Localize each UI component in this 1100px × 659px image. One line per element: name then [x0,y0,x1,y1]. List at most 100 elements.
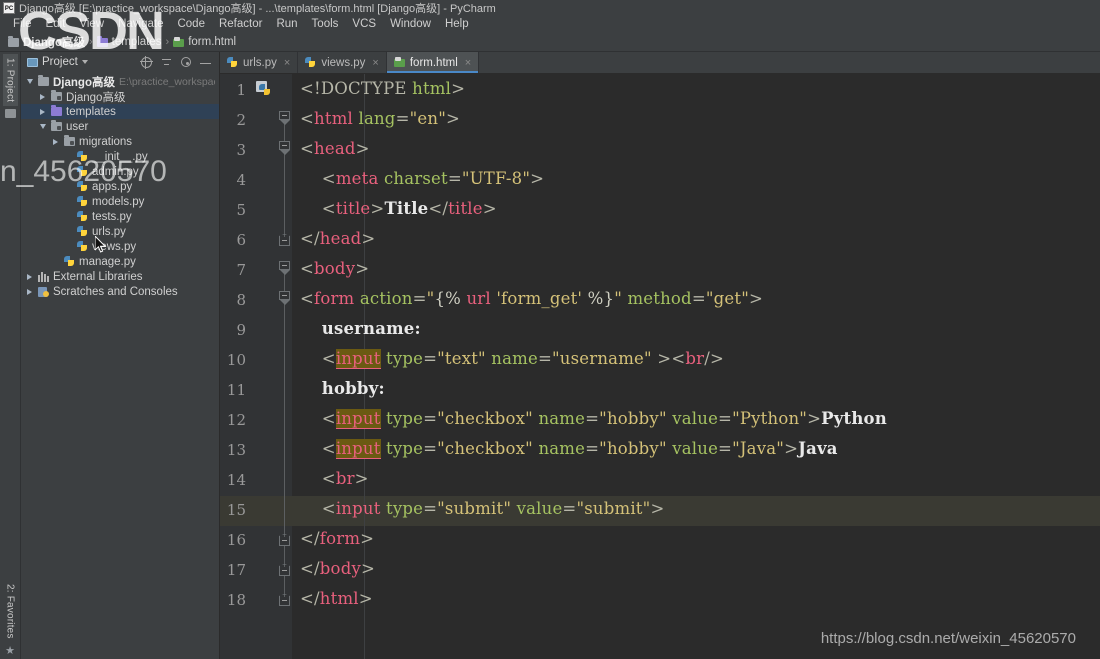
code-token: > [358,589,373,608]
line-number: 11 [226,381,246,399]
breadcrumb-item-formhtml[interactable]: form.html [173,36,236,48]
tree-item-user[interactable]: user [21,119,219,134]
tree-item-managepy[interactable]: manage.py [21,254,219,269]
tree-item-externallibraries[interactable]: External Libraries [21,269,219,284]
code-token: "UTF-8" [461,169,531,188]
line-number: 9 [236,321,246,339]
locate-icon[interactable] [140,55,153,69]
fold-collapse-icon[interactable] [279,261,290,270]
code-line-15[interactable]: <input type="submit" value="submit"> [300,499,665,518]
menu-item-vcs[interactable]: VCS [345,16,383,33]
editor-gutter[interactable]: 1 2 3 4 5 6 7 8 9 10 11 12 13 14 15 16 17 18 [220,74,292,659]
code-line-11[interactable]: hobby: [300,379,385,398]
editor-tab-formhtml[interactable]: form.html × [386,52,480,73]
line-number: 17 [226,561,246,579]
tree-item-django[interactable]: Django高级 [21,89,219,104]
tree-item-adminpy[interactable]: admin.py [21,164,219,179]
editor-tab-urlspy[interactable]: urls.py × [220,52,299,73]
code-token: method [627,289,692,308]
fold-end-box-icon[interactable] [279,537,290,546]
breadcrumb-item-templates[interactable]: templates [96,35,162,48]
code-token: /> [704,349,724,368]
code-line-5[interactable]: <title>Title</title> [300,199,497,218]
tree-item-label: models.py [92,195,145,208]
tree-item-viewspy[interactable]: views.py [21,239,219,254]
tool-tab-project[interactable]: 1: Project [2,54,18,107]
code-token: html [319,589,359,608]
breadcrumb-label: Django高级 [23,37,85,49]
tree-item-__init__py[interactable]: __init__.py [21,149,219,164]
menu-item-navigate[interactable]: Navigate [111,16,170,33]
fold-collapse-icon[interactable] [279,111,290,120]
fold-end-box-icon[interactable] [279,567,290,576]
tree-item-appspy[interactable]: apps.py [21,179,219,194]
code-token: html [314,109,354,128]
tree-item-urlspy[interactable]: urls.py [21,224,219,239]
code-line-1[interactable]: <!DOCTYPE html> [300,79,465,98]
breadcrumb-item-django[interactable]: Django高级 [8,34,85,50]
code-token: html [412,79,452,98]
menu-item-code[interactable]: Code [170,16,212,33]
tree-item-modelspy[interactable]: models.py [21,194,219,209]
editor-tab-viewspy[interactable]: views.py × [298,52,387,73]
fold-marker-bar[interactable] [278,74,292,659]
menu-item-window[interactable]: Window [383,16,438,33]
code-token: > [360,559,376,578]
collapse-all-icon[interactable] [161,57,172,68]
gear-icon[interactable] [181,57,191,67]
code-line-9[interactable]: username: [300,319,421,338]
code-line-16[interactable]: </form> [300,529,374,548]
code-token: name [491,349,538,368]
code-editor[interactable]: 1 2 3 4 5 6 7 8 9 10 11 12 13 14 15 16 17 18 <!DOCTYPE ht… [220,74,1100,659]
code-line-17[interactable]: </body> [300,559,375,578]
code-token: > [445,109,461,128]
editor-tab-label: urls.py [243,56,277,69]
code-line-13[interactable]: <input type="checkbox" name="hobby" valu… [300,439,838,459]
code-token: Title [384,199,429,218]
code-text[interactable]: <!DOCTYPE html> <html lang="en"> <head> <m… [292,74,1100,659]
pycharm-window: PC Django高级 [E:\practice_workspace\Djang… [0,0,1100,659]
code-line-10[interactable]: <input type="text" name="username" ><br/… [300,349,724,369]
code-token: "get" [705,289,749,308]
fold-end-box-icon[interactable] [279,597,290,606]
line-number: 18 [226,591,246,609]
close-icon[interactable]: × [372,57,378,69]
tree-item-scratchesandconsoles[interactable]: Scratches and Consoles [21,284,219,299]
code-line-4[interactable]: <meta charset="UTF-8"> [300,169,544,188]
fold-end-box-icon[interactable] [279,237,290,246]
code-line-18[interactable]: </html> [300,589,373,608]
menu-item-edit[interactable]: Edit [39,16,73,33]
menu-item-tools[interactable]: Tools [305,16,346,33]
structure-icon[interactable] [4,109,16,119]
code-line-2[interactable]: <html lang="en"> [300,109,460,128]
code-line-6[interactable]: </head> [300,229,375,248]
minimize-icon[interactable] [200,57,211,68]
python-run-icon[interactable] [256,81,271,96]
code-token: = [423,439,438,458]
code-line-12[interactable]: <input type="checkbox" name="hobby" valu… [300,409,887,429]
tree-item-testspy[interactable]: tests.py [21,209,219,224]
code-line-3[interactable]: <head> [300,139,370,158]
close-icon[interactable]: × [465,57,471,69]
project-panel: Project Django高级E:\practice_workspace\Dj… [21,52,220,659]
close-icon[interactable]: × [284,57,290,69]
code-token: < [300,259,315,278]
project-panel-title: Project [42,56,78,68]
menu-item-help[interactable]: Help [438,16,476,33]
tree-item-templates[interactable]: templates [21,104,219,119]
tool-tab-favorites[interactable]: 2: Favorites [3,580,18,643]
fold-collapse-icon[interactable] [279,291,290,300]
tree-item-django[interactable]: Django高级E:\practice_workspace\Django高级 [21,74,219,89]
code-line-14[interactable]: <br> [300,469,369,488]
menu-item-file[interactable]: File [6,16,39,33]
folder-root-icon [38,75,49,86]
menu-item-run[interactable]: Run [269,16,304,33]
code-line-7[interactable]: <body> [300,259,369,278]
menu-item-refactor[interactable]: Refactor [212,16,269,33]
chevron-down-icon[interactable] [81,60,88,64]
menu-item-view[interactable]: View [72,16,111,33]
tree-item-migrations[interactable]: migrations [21,134,219,149]
main-body: 1: Project 2: Favorites ★ Project Django… [0,52,1100,659]
fold-collapse-icon[interactable] [279,141,290,150]
code-line-8[interactable]: <form action="{% url 'form_get' %}" meth… [300,289,763,308]
